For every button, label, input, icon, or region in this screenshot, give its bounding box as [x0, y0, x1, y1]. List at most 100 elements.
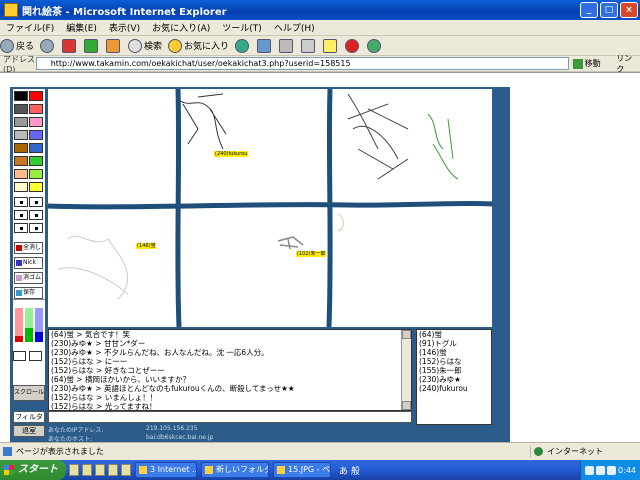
- eraser-button[interactable]: 消ゴム: [14, 272, 43, 284]
- exit-button[interactable]: 退室: [13, 425, 45, 437]
- search-icon: [128, 38, 143, 53]
- chat-input[interactable]: [48, 411, 412, 423]
- taskbar-item-ie[interactable]: 3 Internet ...: [135, 462, 197, 478]
- color-swatch[interactable]: [29, 156, 43, 166]
- refresh-button[interactable]: [84, 38, 100, 53]
- color-swatch[interactable]: [14, 169, 28, 179]
- mail-icons: [13, 351, 45, 363]
- color-swatch[interactable]: [29, 130, 43, 140]
- user-list-item[interactable]: (64)蛍: [417, 330, 491, 339]
- quick-launch-icon[interactable]: [95, 464, 105, 476]
- start-button[interactable]: スタート: [0, 460, 66, 480]
- scroll-up-arrow-icon[interactable]: [402, 330, 411, 339]
- chat-log[interactable]: (64)蛍 > 気合です！笑 (230)みゆ★ > 甘甘ン*ダー (230)みゆ…: [48, 329, 412, 411]
- go-button[interactable]: 移動: [573, 58, 613, 69]
- quick-launch-icon[interactable]: [69, 464, 79, 476]
- pen-size-small[interactable]: [14, 197, 28, 207]
- quick-launch-icon[interactable]: [82, 464, 92, 476]
- scroll-button[interactable]: スクロール: [13, 385, 45, 401]
- color-swatch[interactable]: [14, 91, 28, 101]
- color-swatch[interactable]: [14, 130, 28, 140]
- rgb-sliders[interactable]: [13, 299, 45, 349]
- canvas-drawing: [48, 89, 492, 327]
- save-button[interactable]: 保存: [14, 287, 43, 299]
- search-button[interactable]: 検索: [128, 38, 162, 53]
- close-button[interactable]: ×: [620, 2, 638, 18]
- mail-icon[interactable]: [13, 351, 26, 361]
- clear-all-button[interactable]: 全消し: [14, 242, 43, 254]
- color-swatch[interactable]: [29, 117, 43, 127]
- user-list-item[interactable]: (146)蛍: [417, 348, 491, 357]
- chat-message: (152)らはな > にーー: [51, 357, 128, 366]
- color-swatch[interactable]: [14, 182, 28, 192]
- pen-size-large[interactable]: [29, 223, 43, 233]
- pen-size-large[interactable]: [14, 223, 28, 233]
- forward-button[interactable]: [40, 38, 56, 53]
- menu-edit[interactable]: 編集(E): [60, 21, 103, 34]
- nick-button[interactable]: Nick: [14, 257, 43, 269]
- back-button[interactable]: 戻る: [0, 38, 34, 53]
- pen-size-medium[interactable]: [29, 210, 43, 220]
- title-bar[interactable]: 関れ絵茶 - Microsoft Internet Explorer _ □ ×: [0, 0, 640, 20]
- ime-indicator[interactable]: あ 般: [339, 464, 360, 477]
- color-swatch[interactable]: [29, 143, 43, 153]
- pen-size-medium[interactable]: [14, 210, 28, 220]
- eraser-label: 消ゴム: [23, 274, 42, 281]
- menu-view[interactable]: 表示(V): [103, 21, 146, 34]
- status-message: ページが表示されました: [0, 446, 530, 457]
- mail-icon[interactable]: [29, 351, 42, 361]
- scroll-down-arrow-icon[interactable]: [402, 401, 411, 410]
- chat-message: (230)みゆ★ > 英語ほとんどなのもfukurouくんの、断殺してまっせ★★: [51, 384, 295, 393]
- color-swatch[interactable]: [29, 182, 43, 192]
- taskbar-item-paint[interactable]: 15.JPG - ペ...: [273, 462, 331, 478]
- color-swatch[interactable]: [29, 104, 43, 114]
- chat-message: (230)みゆ★ > 甘甘ン*ダー: [51, 339, 146, 348]
- chat-scrollbar[interactable]: [401, 330, 411, 410]
- tray-icon[interactable]: [585, 465, 595, 475]
- color-swatch[interactable]: [14, 117, 28, 127]
- filter-button[interactable]: フィルタ: [13, 411, 45, 423]
- security-zone: インターネット: [530, 446, 640, 457]
- favorites-button[interactable]: お気に入り: [168, 38, 229, 53]
- user-list-item[interactable]: (91)トグル: [417, 339, 491, 348]
- tray-icon[interactable]: [596, 465, 606, 475]
- maximize-button[interactable]: □: [600, 2, 618, 18]
- stop-button[interactable]: [62, 38, 78, 53]
- refresh-icon: [84, 38, 99, 53]
- rgb-slider-graphic: [15, 308, 43, 342]
- pen-size-small[interactable]: [29, 197, 43, 207]
- minimize-button[interactable]: _: [580, 2, 598, 18]
- user-list-item[interactable]: (240)fukurou: [417, 384, 491, 393]
- clock: 0:44: [618, 465, 636, 475]
- menu-help[interactable]: ヘルプ(H): [268, 21, 321, 34]
- user-list-item[interactable]: (155)朱一郎: [417, 366, 491, 375]
- chat-message: (64)蛍 > 横岡ほかいから、いいますか？: [51, 375, 190, 384]
- menu-file[interactable]: ファイル(F): [0, 21, 60, 34]
- research-button[interactable]: [367, 38, 383, 53]
- mail-button[interactable]: [257, 38, 273, 53]
- messenger-button[interactable]: [345, 38, 361, 53]
- tray-icon[interactable]: [607, 465, 617, 475]
- print-button[interactable]: [279, 38, 295, 53]
- color-swatch[interactable]: [14, 156, 28, 166]
- address-input[interactable]: http://www.takamin.com/oekakichat/user/o…: [35, 57, 569, 70]
- quick-launch-icon[interactable]: [108, 464, 118, 476]
- history-button[interactable]: [235, 38, 251, 53]
- home-button[interactable]: [106, 38, 122, 53]
- color-swatch[interactable]: [29, 91, 43, 101]
- user-list-item[interactable]: (230)みゆ★: [417, 375, 491, 384]
- drawing-canvas[interactable]: (240)fukurou (146)蛍 (102)朱一郎: [48, 89, 492, 327]
- chat-message: (152)らはな > 光ってますね！: [51, 402, 157, 411]
- user-list-item[interactable]: (152)らはな: [417, 357, 491, 366]
- discuss-button[interactable]: [323, 38, 339, 53]
- quick-launch-icon[interactable]: [121, 464, 131, 476]
- save-icon: [16, 289, 22, 296]
- color-swatch[interactable]: [14, 104, 28, 114]
- menu-tools[interactable]: ツール(T): [216, 21, 268, 34]
- color-swatch[interactable]: [14, 143, 28, 153]
- canvas-user-tag: (102)朱一郎: [296, 251, 327, 257]
- color-swatch[interactable]: [29, 169, 43, 179]
- menu-favorites[interactable]: お気に入り(A): [146, 21, 216, 34]
- edit-button[interactable]: [301, 38, 317, 53]
- taskbar-item-folder[interactable]: 新しいフォルダ: [201, 462, 269, 478]
